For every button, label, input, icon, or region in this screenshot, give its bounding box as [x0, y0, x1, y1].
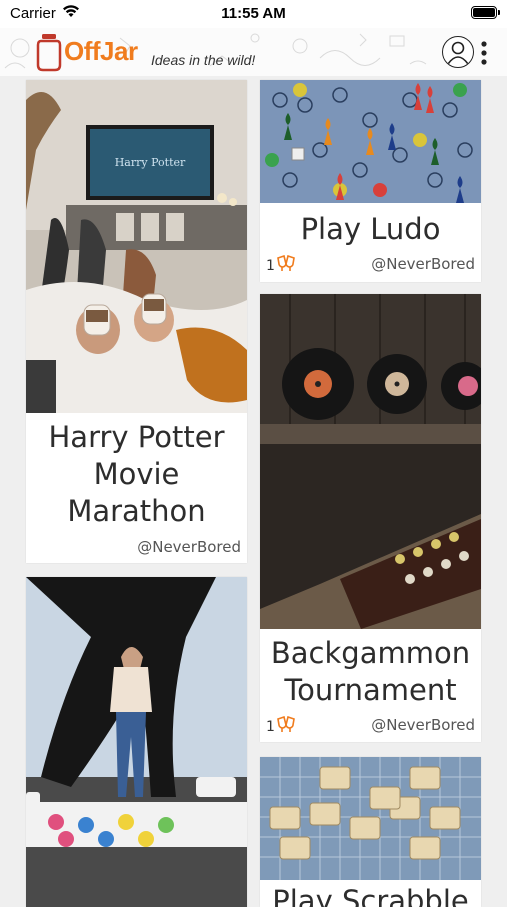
card-title-line: Backgammon [270, 636, 471, 670]
card-author[interactable]: @NeverBored [137, 538, 241, 556]
app-tagline: Ideas in the wild! [151, 52, 256, 68]
app-name: OffJar [64, 36, 138, 66]
svg-text:Harry Potter: Harry Potter [115, 156, 186, 169]
idea-card-play-ludo[interactable]: Play Ludo 1 @NeverBored [260, 80, 481, 282]
cheers-icon [277, 254, 295, 271]
card-title: Play Scrabble [272, 884, 469, 907]
card-title-line: Movie [93, 457, 180, 491]
more-menu-icon[interactable] [478, 40, 490, 66]
like-count-value: 1 [266, 719, 275, 735]
like-count-value: 1 [266, 258, 275, 274]
user-icon [447, 41, 469, 65]
cheers-icon [277, 715, 295, 732]
idea-card-harry-potter[interactable]: Harry Potter Harry Potter Movie Marathon… [26, 80, 247, 563]
card-title: Play Ludo [300, 212, 441, 246]
scrabble-tiles-photo [260, 757, 481, 880]
vinyl-backgammon-photo [260, 294, 481, 629]
jar-logo-icon [36, 34, 62, 72]
app-header: OffJar Ideas in the wild! [0, 28, 507, 76]
card-author[interactable]: @NeverBored [371, 716, 475, 734]
idea-card-twister[interactable] [26, 577, 247, 907]
status-bar: Carrier 11:55 AM [0, 0, 507, 28]
battery-icon [471, 6, 500, 19]
card-author[interactable]: @NeverBored [371, 255, 475, 273]
harry-potter-tv-photo: Harry Potter [26, 80, 247, 413]
card-title-line: Harry Potter [48, 420, 225, 454]
like-count[interactable]: 1 [266, 715, 296, 735]
like-count[interactable]: 1 [266, 254, 296, 274]
idea-card-play-scrabble[interactable]: Play Scrabble [260, 757, 481, 907]
clock: 11:55 AM [221, 5, 286, 22]
card-title-line: Tournament [284, 673, 457, 707]
ludo-board-photo [260, 80, 481, 203]
card-title-line: Marathon [67, 494, 206, 528]
card-title: Backgammon Tournament [260, 635, 481, 709]
idea-card-backgammon[interactable]: Backgammon Tournament 1 @NeverBored [260, 294, 481, 742]
twister-rooftop-photo [26, 577, 247, 907]
profile-button[interactable] [442, 36, 474, 68]
card-title: Harry Potter Movie Marathon [26, 419, 247, 530]
